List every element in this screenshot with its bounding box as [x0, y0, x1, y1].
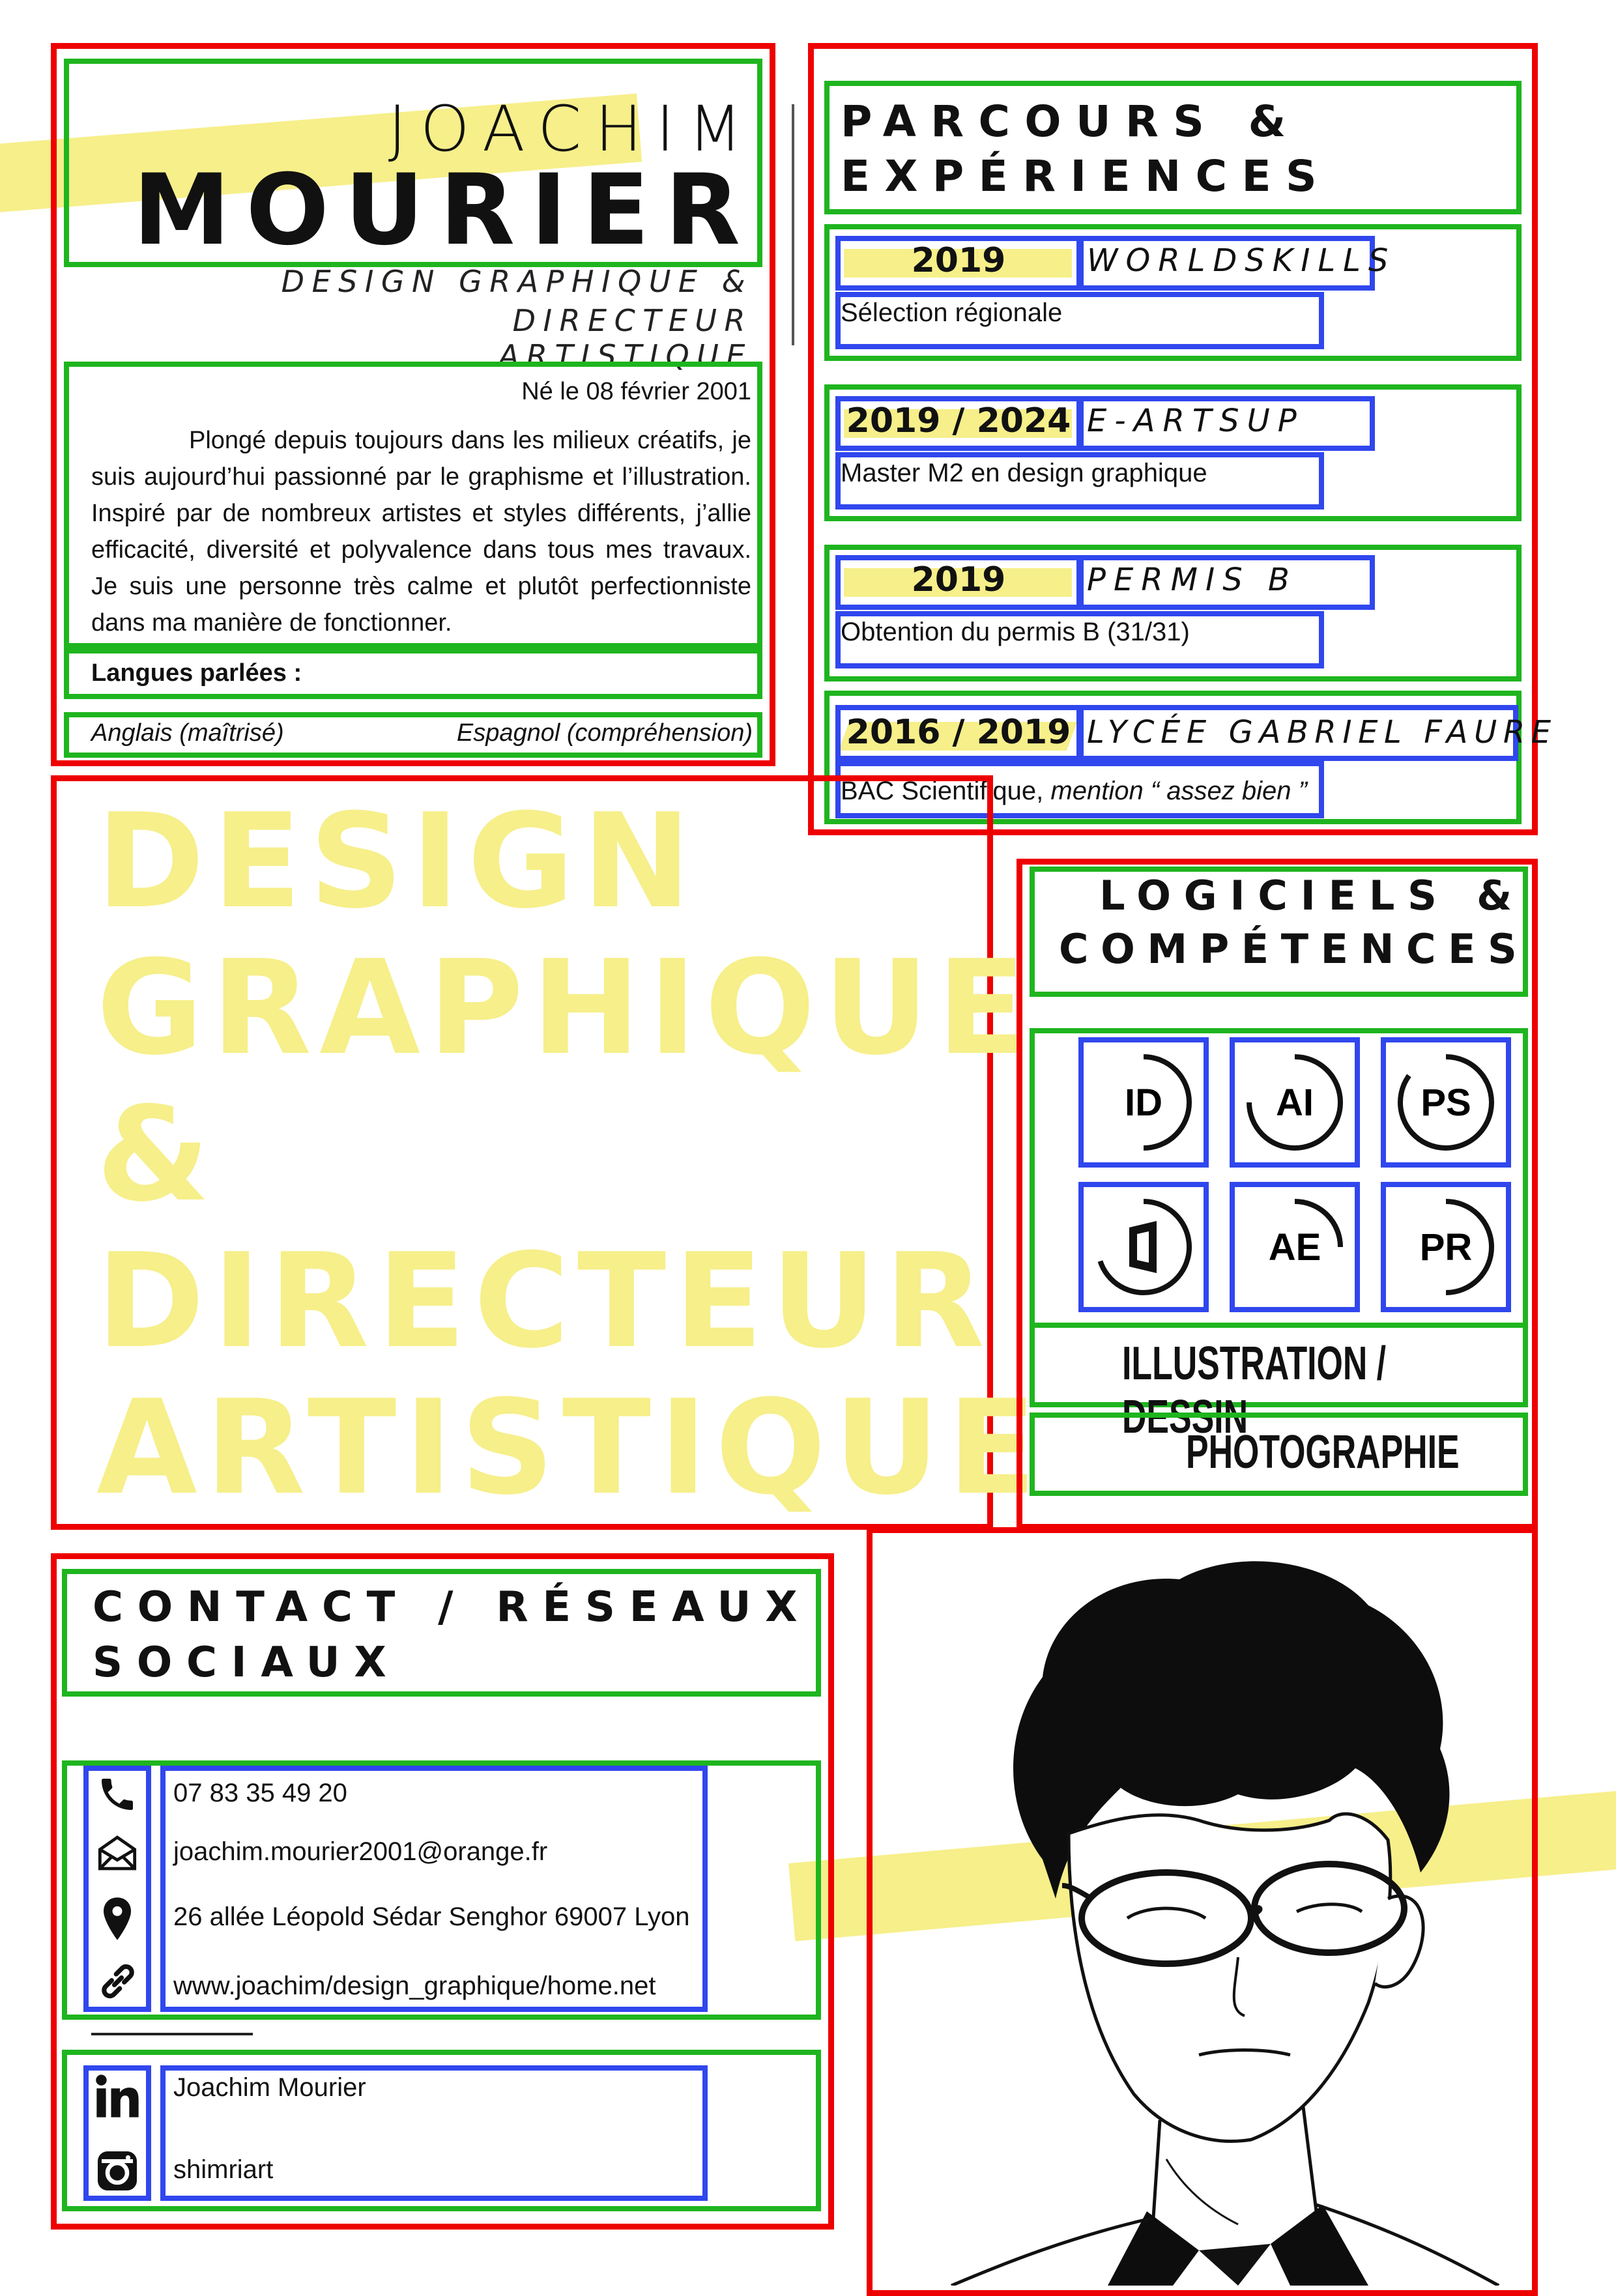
- header-divider: [792, 104, 794, 345]
- experience-name: WORLDSKILLS: [1087, 242, 1396, 279]
- last-name: MOURIER: [133, 154, 756, 267]
- bio-text: Plongé depuis toujours dans les milieux …: [91, 427, 751, 637]
- experience-detail-mention: mention “ assez bien ”: [1050, 777, 1307, 805]
- contact-website[interactable]: www.joachim/design_graphique/home.net: [173, 1972, 656, 2001]
- languages-title: Langues parlées :: [91, 659, 302, 687]
- software-skill: AI: [1230, 1037, 1360, 1168]
- experience-title-line2: EXPÉRIENCES: [841, 151, 1332, 201]
- software-skill: ID: [1078, 1037, 1209, 1168]
- software-skill: AE: [1230, 1182, 1360, 1312]
- experience-detail: Sélection régionale: [841, 298, 1063, 327]
- experience-detail: Master M2 en design graphique: [841, 459, 1207, 487]
- portrait-illustration: [873, 1534, 1531, 2286]
- software-skill: PR: [1381, 1182, 1511, 1312]
- big-title-line: DESIGN: [96, 786, 699, 938]
- big-title-line: DIRECTEUR: [96, 1226, 993, 1377]
- linkedin-name[interactable]: Joachim Mourier: [173, 2073, 366, 2102]
- language-english: Anglais (maîtrisé): [91, 719, 284, 747]
- software-label: PR: [1420, 1226, 1473, 1269]
- office-icon: [1097, 1199, 1192, 1295]
- contact-phone[interactable]: 07 83 35 49 20: [173, 1779, 347, 1808]
- software-skill: [1078, 1182, 1209, 1312]
- experience-year: 2016 / 2019: [846, 713, 1071, 752]
- experience-name: LYCÉE GABRIEL FAURE: [1087, 714, 1557, 751]
- contact-address: 26 allée Léopold Sédar Senghor 69007 Lyo…: [173, 1902, 690, 1931]
- instagram-icon: [94, 2147, 141, 2194]
- location-pin-icon: [99, 1896, 136, 1942]
- software-label: PS: [1421, 1082, 1471, 1124]
- big-title-line: &: [96, 1079, 218, 1231]
- phone-icon: [96, 1773, 138, 1815]
- big-title-line: GRAPHIQUE: [96, 932, 1034, 1084]
- experience-title-line1: PARCOURS &: [841, 96, 1301, 147]
- software-label: AE: [1269, 1226, 1321, 1269]
- link-icon: [96, 1960, 139, 2003]
- experience-year: 2019: [911, 560, 1006, 599]
- indesign-icon: ID: [1125, 1054, 1192, 1151]
- linkedin-icon: [93, 2072, 142, 2121]
- envelope-icon: [95, 1832, 139, 1874]
- photoshop-icon: PS: [1398, 1054, 1494, 1151]
- office-glyph: [1129, 1221, 1157, 1273]
- language-spanish: Espagnol (compréhension): [456, 719, 753, 747]
- skills-title-line1: LOGICIELS &: [1099, 872, 1525, 919]
- software-grid: ID AI PS AE PR: [1078, 1037, 1528, 1317]
- birth-date: Né le 08 février 2001: [521, 378, 751, 405]
- contact-email[interactable]: joachim.mourier2001@orange.fr: [173, 1837, 547, 1867]
- experience-year: 2019: [911, 241, 1006, 280]
- contact-title-line2: SOCIAUX: [93, 1639, 401, 1687]
- experience-year: 2019 / 2024: [846, 401, 1071, 440]
- skill-level-arc: [1097, 1199, 1192, 1295]
- experience-name: E-ARTSUP: [1087, 403, 1305, 439]
- skill-photography: PHOTOGRAPHIE: [1186, 1426, 1460, 1478]
- software-label: ID: [1125, 1082, 1162, 1124]
- premiere-icon: PR: [1420, 1199, 1494, 1295]
- contact-divider: [91, 2033, 253, 2035]
- big-title-line: ARTISTIQUE: [96, 1372, 1045, 1524]
- illustrator-icon: AI: [1247, 1054, 1343, 1151]
- after-effects-icon: AE: [1269, 1199, 1343, 1269]
- big-title: DESIGN GRAPHIQUE & DIRECTEUR ARTISTIQUE: [96, 786, 1045, 1524]
- job-title-line1: DESIGN GRAPHIQUE &: [281, 264, 753, 299]
- experience-name: PERMIS B: [1087, 562, 1297, 598]
- instagram-handle[interactable]: shimriart: [173, 2155, 273, 2185]
- software-skill: PS: [1381, 1037, 1511, 1168]
- skills-title-line2: COMPÉTENCES: [1059, 925, 1529, 973]
- software-label: AI: [1276, 1082, 1314, 1124]
- experience-detail: Obtention du permis B (31/31): [841, 618, 1190, 646]
- contact-title-line1: CONTACT / RÉSEAUX: [93, 1583, 812, 1631]
